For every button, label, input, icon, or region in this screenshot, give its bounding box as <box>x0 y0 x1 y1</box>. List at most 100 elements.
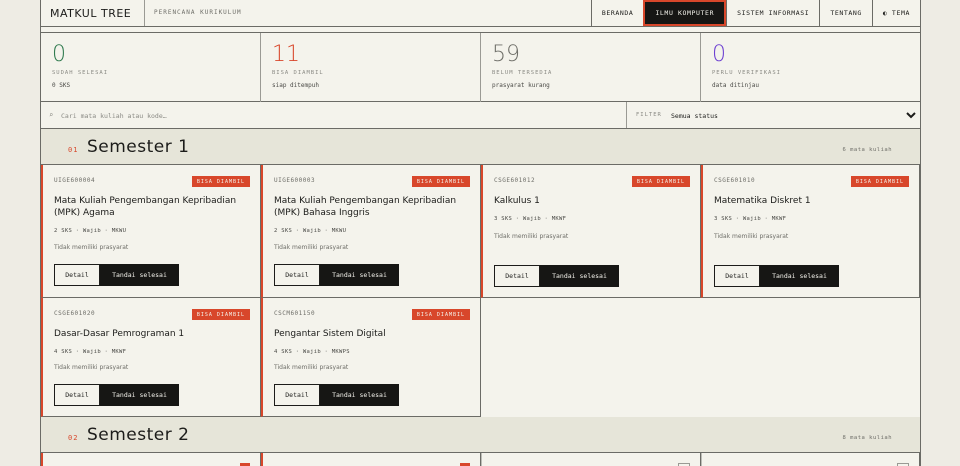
semester-title: Semester 2 <box>87 425 190 445</box>
semester-header: 01 Semester 1 6 mata kuliah <box>41 129 920 165</box>
search-bar: ⌕ FILTER Semua status <box>41 102 920 129</box>
filter-divider <box>626 102 627 128</box>
brand-divider <box>144 0 145 26</box>
top-bar: MATKUL TREE PERENCANA KURIKULUM BERANDA … <box>41 0 920 27</box>
detail-button[interactable]: Detail <box>274 264 320 286</box>
mark-done-button[interactable]: Tandai selesai <box>100 264 179 286</box>
semester-number: 02 <box>68 434 79 442</box>
stat-available: 11 BISA DIAMBIL siap ditempuh <box>261 33 481 102</box>
semester-course-count: 6 mata kuliah <box>842 147 892 153</box>
mark-done-button[interactable]: Tandai selesai <box>320 264 399 286</box>
nav-sistem-informasi[interactable]: SISTEM INFORMASI <box>726 0 819 26</box>
course-prereq: Tidak memiliki prasyarat <box>54 364 129 371</box>
search-input[interactable] <box>61 106 621 125</box>
course-card[interactable]: UIGE600004 BISA DIAMBIL Mata Kuliah Peng… <box>41 165 261 298</box>
course-code: CSGE601012 <box>494 177 536 184</box>
course-actions: Detail Tandai selesai <box>274 384 399 406</box>
stat-completed: 0 SUDAH SELESAI 0 SKS <box>41 33 261 102</box>
course-actions: Detail Tandai selesai <box>54 264 179 286</box>
stat-verify-sub: data ditinjau <box>712 82 759 89</box>
mark-done-button[interactable]: Tandai selesai <box>760 265 839 287</box>
stat-locked: 59 BELUM TERSEDIA prasyarat kurang <box>481 33 701 102</box>
status-badge: BISA DIAMBIL <box>850 176 909 187</box>
course-meta: 2 SKS · Wajib · MKWU <box>54 228 127 234</box>
stat-verify-label: PERLU VERIFIKASI <box>712 70 781 76</box>
detail-button[interactable]: Detail <box>54 384 100 406</box>
brand-logo[interactable]: MATKUL TREE <box>50 7 131 20</box>
course-name: Matematika Diskret 1 <box>714 196 811 206</box>
course-card[interactable]: UIGE600003 BISA DIAMBIL Mata Kuliah Peng… <box>261 165 481 298</box>
detail-button[interactable]: Detail <box>274 384 320 406</box>
course-prereq: Tidak memiliki prasyarat <box>274 244 349 251</box>
semester-header: 02 Semester 2 8 mata kuliah <box>41 417 920 453</box>
course-card[interactable] <box>481 453 701 466</box>
course-prereq: Tidak memiliki prasyarat <box>494 233 569 240</box>
mark-done-button[interactable]: Tandai selesai <box>100 384 179 406</box>
course-name: Pengantar Sistem Digital <box>274 329 386 339</box>
semester-number: 01 <box>68 146 79 154</box>
course-name: Kalkulus 1 <box>494 196 540 206</box>
status-badge: BISA DIAMBIL <box>411 309 470 320</box>
stat-verify-value: 0 <box>712 42 726 67</box>
course-code: UIGE600004 <box>54 177 96 184</box>
course-card[interactable] <box>701 453 920 466</box>
semester-title: Semester 1 <box>87 137 190 157</box>
stat-completed-sub: 0 SKS <box>52 82 71 89</box>
course-code: CSGE601010 <box>714 177 756 184</box>
empty-grid-area <box>482 298 920 417</box>
course-code: CSCM601150 <box>274 310 316 317</box>
filter-label: FILTER <box>636 112 662 118</box>
course-card[interactable]: CSGE601020 BISA DIAMBIL Dasar-Dasar Pemr… <box>41 298 261 417</box>
main-nav: BERANDA ILMU KOMPUTER SISTEM INFORMASI T… <box>590 0 920 26</box>
course-card[interactable]: CSCM601150 BISA DIAMBIL Pengantar Sistem… <box>261 298 481 417</box>
course-meta: 4 SKS · Wajib · MKWPS <box>274 349 350 355</box>
stat-completed-value: 0 <box>52 42 66 67</box>
course-prereq: Tidak memiliki prasyarat <box>714 233 789 240</box>
course-code: UIGE600003 <box>274 177 316 184</box>
stats-row: 0 SUDAH SELESAI 0 SKS 11 BISA DIAMBIL si… <box>41 32 920 102</box>
course-meta: 3 SKS · Wajib · MKWF <box>714 216 787 222</box>
theme-toggle[interactable]: ◐ TEMA <box>871 0 920 26</box>
status-badge: BISA DIAMBIL <box>191 309 250 320</box>
detail-button[interactable]: Detail <box>494 265 540 287</box>
nav-beranda[interactable]: BERANDA <box>590 0 644 26</box>
nav-ilmu-komputer[interactable]: ILMU KOMPUTER <box>643 0 727 26</box>
course-actions: Detail Tandai selesai <box>714 265 839 287</box>
page-frame: MATKUL TREE PERENCANA KURIKULUM BERANDA … <box>40 0 921 466</box>
stat-locked-sub: prasyarat kurang <box>492 82 550 89</box>
status-badge: BISA DIAMBIL <box>631 176 690 187</box>
detail-button[interactable]: Detail <box>54 264 100 286</box>
stat-locked-value: 59 <box>492 42 520 67</box>
stat-available-sub: siap ditempuh <box>272 82 319 89</box>
course-card[interactable]: CSGE601010 BISA DIAMBIL Matematika Diskr… <box>701 165 920 298</box>
course-card[interactable] <box>41 453 261 466</box>
course-prereq: Tidak memiliki prasyarat <box>54 244 129 251</box>
stat-completed-label: SUDAH SELESAI <box>52 70 109 76</box>
search-icon: ⌕ <box>49 111 54 119</box>
course-prereq: Tidak memiliki prasyarat <box>274 364 349 371</box>
course-actions: Detail Tandai selesai <box>274 264 399 286</box>
nav-tentang[interactable]: TENTANG <box>819 0 872 26</box>
stat-available-value: 11 <box>272 42 300 67</box>
course-name: Mata Kuliah Pengembangan Kepribadian (MP… <box>54 196 237 218</box>
stat-available-label: BISA DIAMBIL <box>272 70 324 76</box>
course-name: Dasar-Dasar Pemrograman 1 <box>54 329 185 339</box>
course-actions: Detail Tandai selesai <box>494 265 619 287</box>
detail-button[interactable]: Detail <box>714 265 760 287</box>
app-subtitle: PERENCANA KURIKULUM <box>154 9 242 16</box>
course-meta: 3 SKS · Wajib · MKWF <box>494 216 567 222</box>
stat-verify: 0 PERLU VERIFIKASI data ditinjau <box>701 33 920 102</box>
mark-done-button[interactable]: Tandai selesai <box>540 265 619 287</box>
course-name: Mata Kuliah Pengembangan Kepribadian (MP… <box>274 196 457 218</box>
course-card[interactable] <box>261 453 481 466</box>
semester-course-count: 8 mata kuliah <box>842 435 892 441</box>
course-grid <box>41 453 920 466</box>
mark-done-button[interactable]: Tandai selesai <box>320 384 399 406</box>
stat-locked-label: BELUM TERSEDIA <box>492 70 553 76</box>
course-meta: 2 SKS · Wajib · MKWU <box>274 228 347 234</box>
course-code: CSGE601020 <box>54 310 96 317</box>
course-meta: 4 SKS · Wajib · MKWF <box>54 349 127 355</box>
status-filter-select[interactable]: Semua status <box>667 107 919 124</box>
status-badge: BISA DIAMBIL <box>191 176 250 187</box>
course-card[interactable]: CSGE601012 BISA DIAMBIL Kalkulus 1 3 SKS… <box>481 165 701 298</box>
